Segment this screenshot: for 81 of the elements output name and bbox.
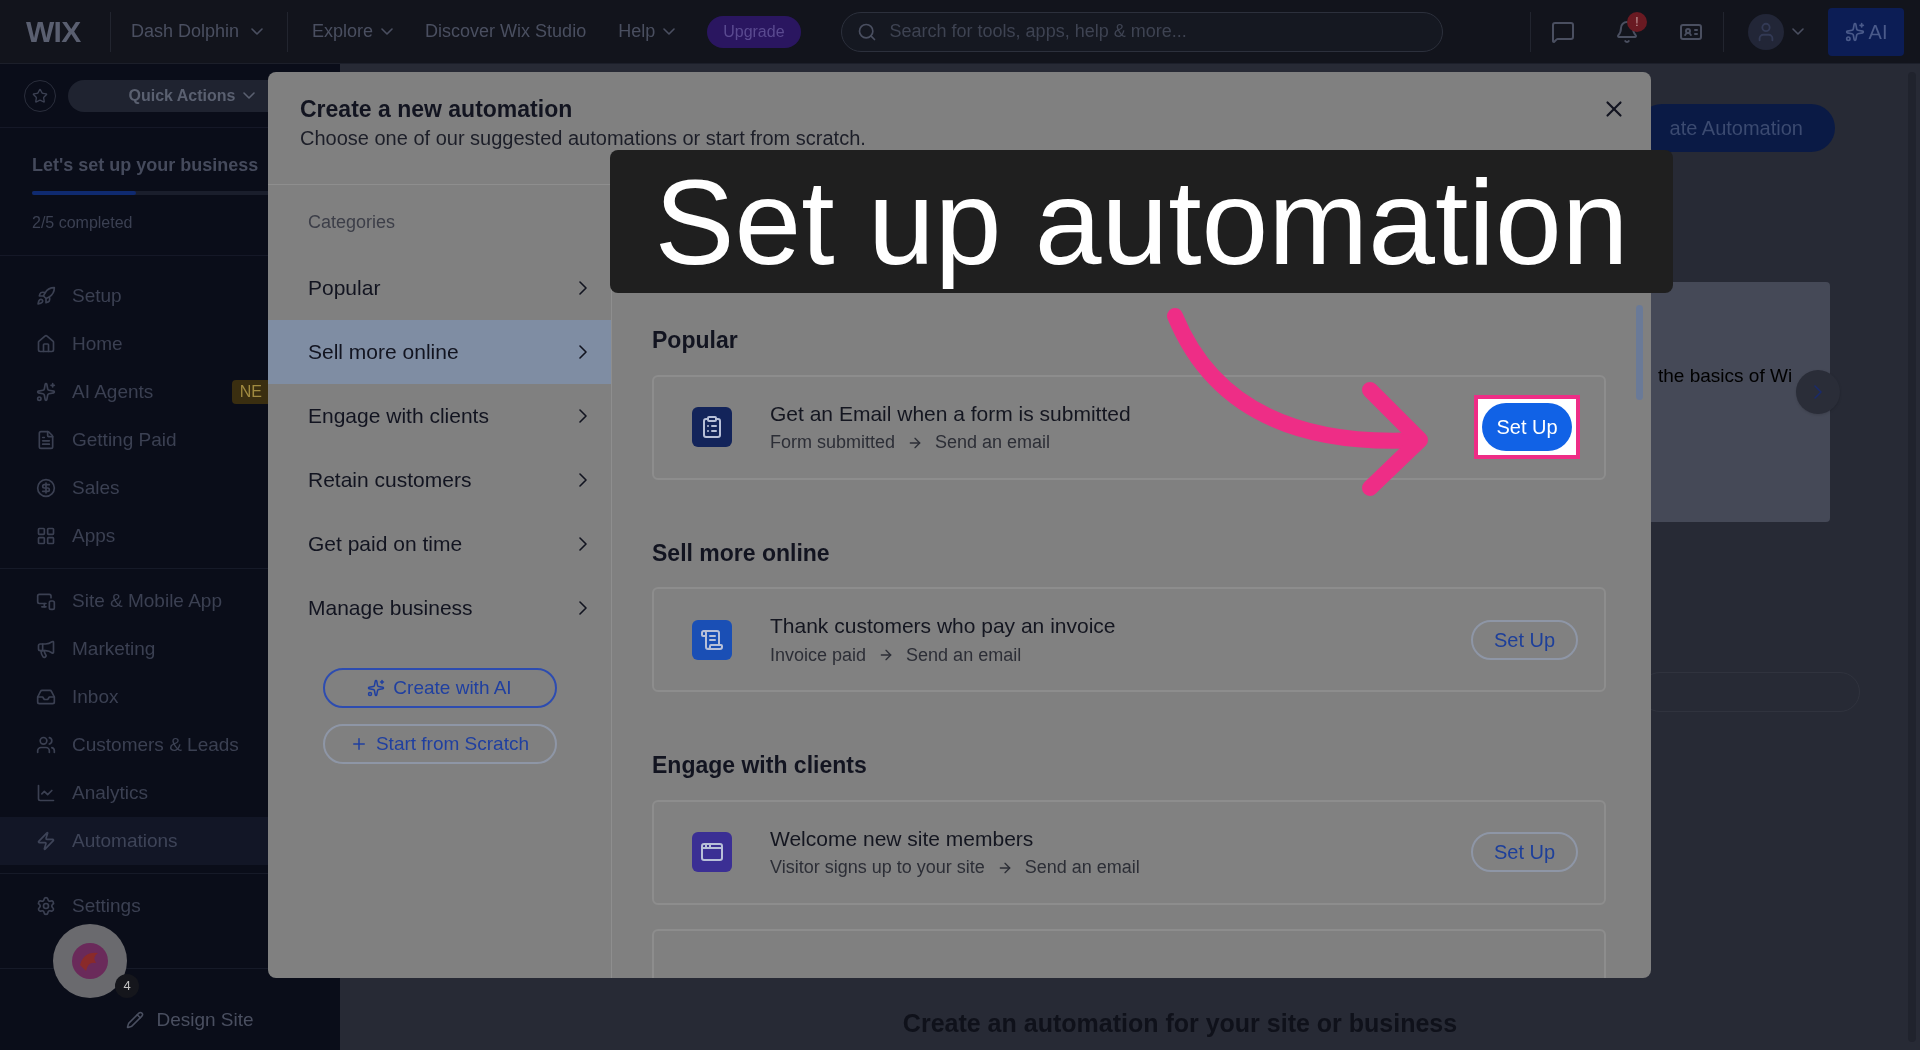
browser-window-icon <box>692 832 732 872</box>
trigger-text: Invoice paid <box>770 643 867 667</box>
categories-label: Categories <box>307 211 397 234</box>
count-badge: 4 <box>115 974 139 998</box>
category-item[interactable]: Retain customers <box>268 448 611 512</box>
caret-icon <box>1792 28 1804 35</box>
line-chart-icon <box>36 783 56 803</box>
section-heading: Popular <box>652 326 739 355</box>
nav-menu[interactable]: Discover Wix Studio <box>425 18 587 45</box>
site-switcher[interactable]: Dash Dolphin <box>111 18 288 45</box>
setup-title: Let's set up your business <box>32 154 260 177</box>
clipboard-icon <box>692 407 732 447</box>
new-badge: NE <box>231 380 268 404</box>
nav-menu[interactable]: Help <box>618 18 676 45</box>
people-icon <box>36 735 56 755</box>
ai-button[interactable]: AI <box>1828 7 1904 56</box>
caret-icon <box>381 28 394 35</box>
sparkle-icon <box>36 382 56 402</box>
chevron-right-icon <box>579 345 587 359</box>
design-site-button[interactable]: Design Site <box>126 1005 254 1034</box>
trigger-text: Form submitted <box>770 431 896 455</box>
search-icon <box>856 21 877 42</box>
category-item[interactable]: Get paid on time <box>268 512 611 576</box>
card-title: Get an Email when a form is submitted <box>770 400 1131 427</box>
devices-icon <box>36 591 56 611</box>
avatar[interactable] <box>1748 13 1784 50</box>
set-up-button[interactable]: Set Up <box>1471 832 1578 872</box>
set-up-button[interactable]: Set Up <box>1482 403 1572 451</box>
create-with-ai-button[interactable]: Create with AI <box>322 668 557 708</box>
action-text: Send an email <box>906 643 1022 667</box>
dollar-coin-icon <box>36 478 56 498</box>
trigger-text: Visitor signs up to your site <box>770 856 985 880</box>
automation-card[interactable]: Get an Email when a form is submitted Form submitted Send an email Set Up <box>652 374 1606 480</box>
sidebar-item[interactable]: Analytics <box>0 769 340 817</box>
card-title: Thank customers who pay an invoice <box>770 613 1116 640</box>
dragon-logo-icon <box>70 941 110 981</box>
action-text: Send an email <box>935 431 1051 455</box>
section-heading: Engage with clients <box>652 751 868 780</box>
settings-icon <box>36 896 56 916</box>
chevron-right-icon <box>579 281 587 295</box>
chat-icon[interactable] <box>1551 19 1575 44</box>
card-title: Welcome new site members <box>770 825 1035 852</box>
inbox-icon <box>36 687 56 707</box>
caret-icon <box>663 28 676 35</box>
document-icon <box>692 619 732 660</box>
sparkle-icon <box>367 679 386 697</box>
set-up-button[interactable]: Set Up <box>1471 619 1578 660</box>
rocket-icon <box>36 286 56 306</box>
lightning-icon <box>36 831 56 851</box>
nav-menu[interactable]: Explore <box>312 18 394 45</box>
section-heading: Sell more online <box>652 538 831 568</box>
category-item[interactable]: Popular <box>268 256 611 320</box>
sparkle-icon <box>1844 21 1865 42</box>
caption-tooltip: Set up automation <box>610 150 1673 293</box>
caret-icon <box>251 28 264 35</box>
chevron-right-icon <box>579 537 587 551</box>
pencil-icon <box>126 1010 145 1029</box>
logo[interactable]: WIX <box>0 9 110 54</box>
category-item[interactable]: Sell more online <box>268 320 611 384</box>
modal-subtitle: Choose one of our suggested automations or start from scratch. <box>300 127 866 149</box>
chevron-right-icon <box>1814 385 1823 399</box>
progress-caption: 2/5 completed <box>32 213 134 233</box>
chevron-right-icon <box>579 473 587 487</box>
chevron-right-icon <box>579 409 587 423</box>
bell-icon[interactable] <box>1615 19 1639 44</box>
chevron-right-icon <box>579 601 587 615</box>
megaphone-icon <box>36 639 56 659</box>
category-item[interactable]: Engage with clients <box>268 384 611 448</box>
start-from-scratch-button[interactable]: Start from Scratch <box>322 724 557 764</box>
grid-icon <box>36 526 56 546</box>
automation-card[interactable]: Welcome new site members Visitor signs up to your site Send an email Set Up <box>652 799 1606 905</box>
caret-icon <box>243 92 256 99</box>
automation-card[interactable]: Thank customers who pay an invoice Invoice paid Send an email Set Up <box>652 587 1606 692</box>
star-icon <box>32 87 48 104</box>
action-text: Send an email <box>1024 856 1140 880</box>
house-icon <box>36 334 56 354</box>
card-text: the basics of Wi <box>1658 364 1793 388</box>
document-icon <box>36 430 56 450</box>
next-button[interactable] <box>1796 370 1841 414</box>
sidebar-item[interactable]: Settings <box>0 882 340 930</box>
notification-badge: ! <box>1627 11 1647 32</box>
